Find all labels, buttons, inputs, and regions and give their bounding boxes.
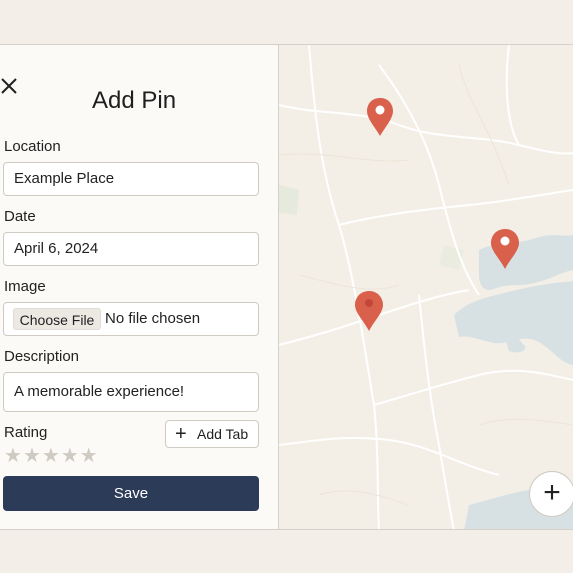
map-view[interactable]: +: [279, 45, 573, 529]
add-tab-button[interactable]: + Add Tab: [165, 420, 259, 448]
save-button[interactable]: Save: [3, 476, 259, 511]
map-canvas: [279, 45, 573, 529]
date-field[interactable]: April 6, 2024: [3, 232, 259, 266]
location-field[interactable]: Example Place: [3, 162, 259, 196]
plus-icon: +: [543, 476, 561, 509]
description-field[interactable]: A memorable experience!: [3, 372, 259, 412]
star-icon[interactable]: ★: [23, 446, 41, 466]
add-pin-panel: Add Pin Location Example Place Date Apri…: [0, 45, 279, 529]
page-title: Add Pin: [92, 87, 177, 114]
choose-file-button[interactable]: Choose File: [13, 308, 101, 330]
location-label: Location: [4, 138, 61, 155]
rating-stars: ★★★★★: [4, 446, 99, 466]
file-status-text: No file chosen: [105, 310, 201, 327]
description-label: Description: [4, 348, 80, 365]
close-icon[interactable]: [0, 77, 20, 97]
star-icon[interactable]: ★: [4, 446, 22, 466]
add-tab-label: Add Tab: [197, 426, 249, 442]
star-icon[interactable]: ★: [42, 446, 60, 466]
add-pin-window: Add Pin Location Example Place Date Apri…: [0, 44, 573, 530]
zoom-in-button[interactable]: +: [529, 471, 573, 517]
rating-label: Rating: [4, 424, 48, 441]
image-label: Image: [4, 278, 46, 295]
star-icon[interactable]: ★: [80, 446, 98, 466]
image-file-input: Choose File No file chosen: [3, 302, 259, 336]
date-label: Date: [4, 208, 36, 225]
star-icon[interactable]: ★: [61, 446, 79, 466]
plus-icon: +: [175, 423, 187, 445]
